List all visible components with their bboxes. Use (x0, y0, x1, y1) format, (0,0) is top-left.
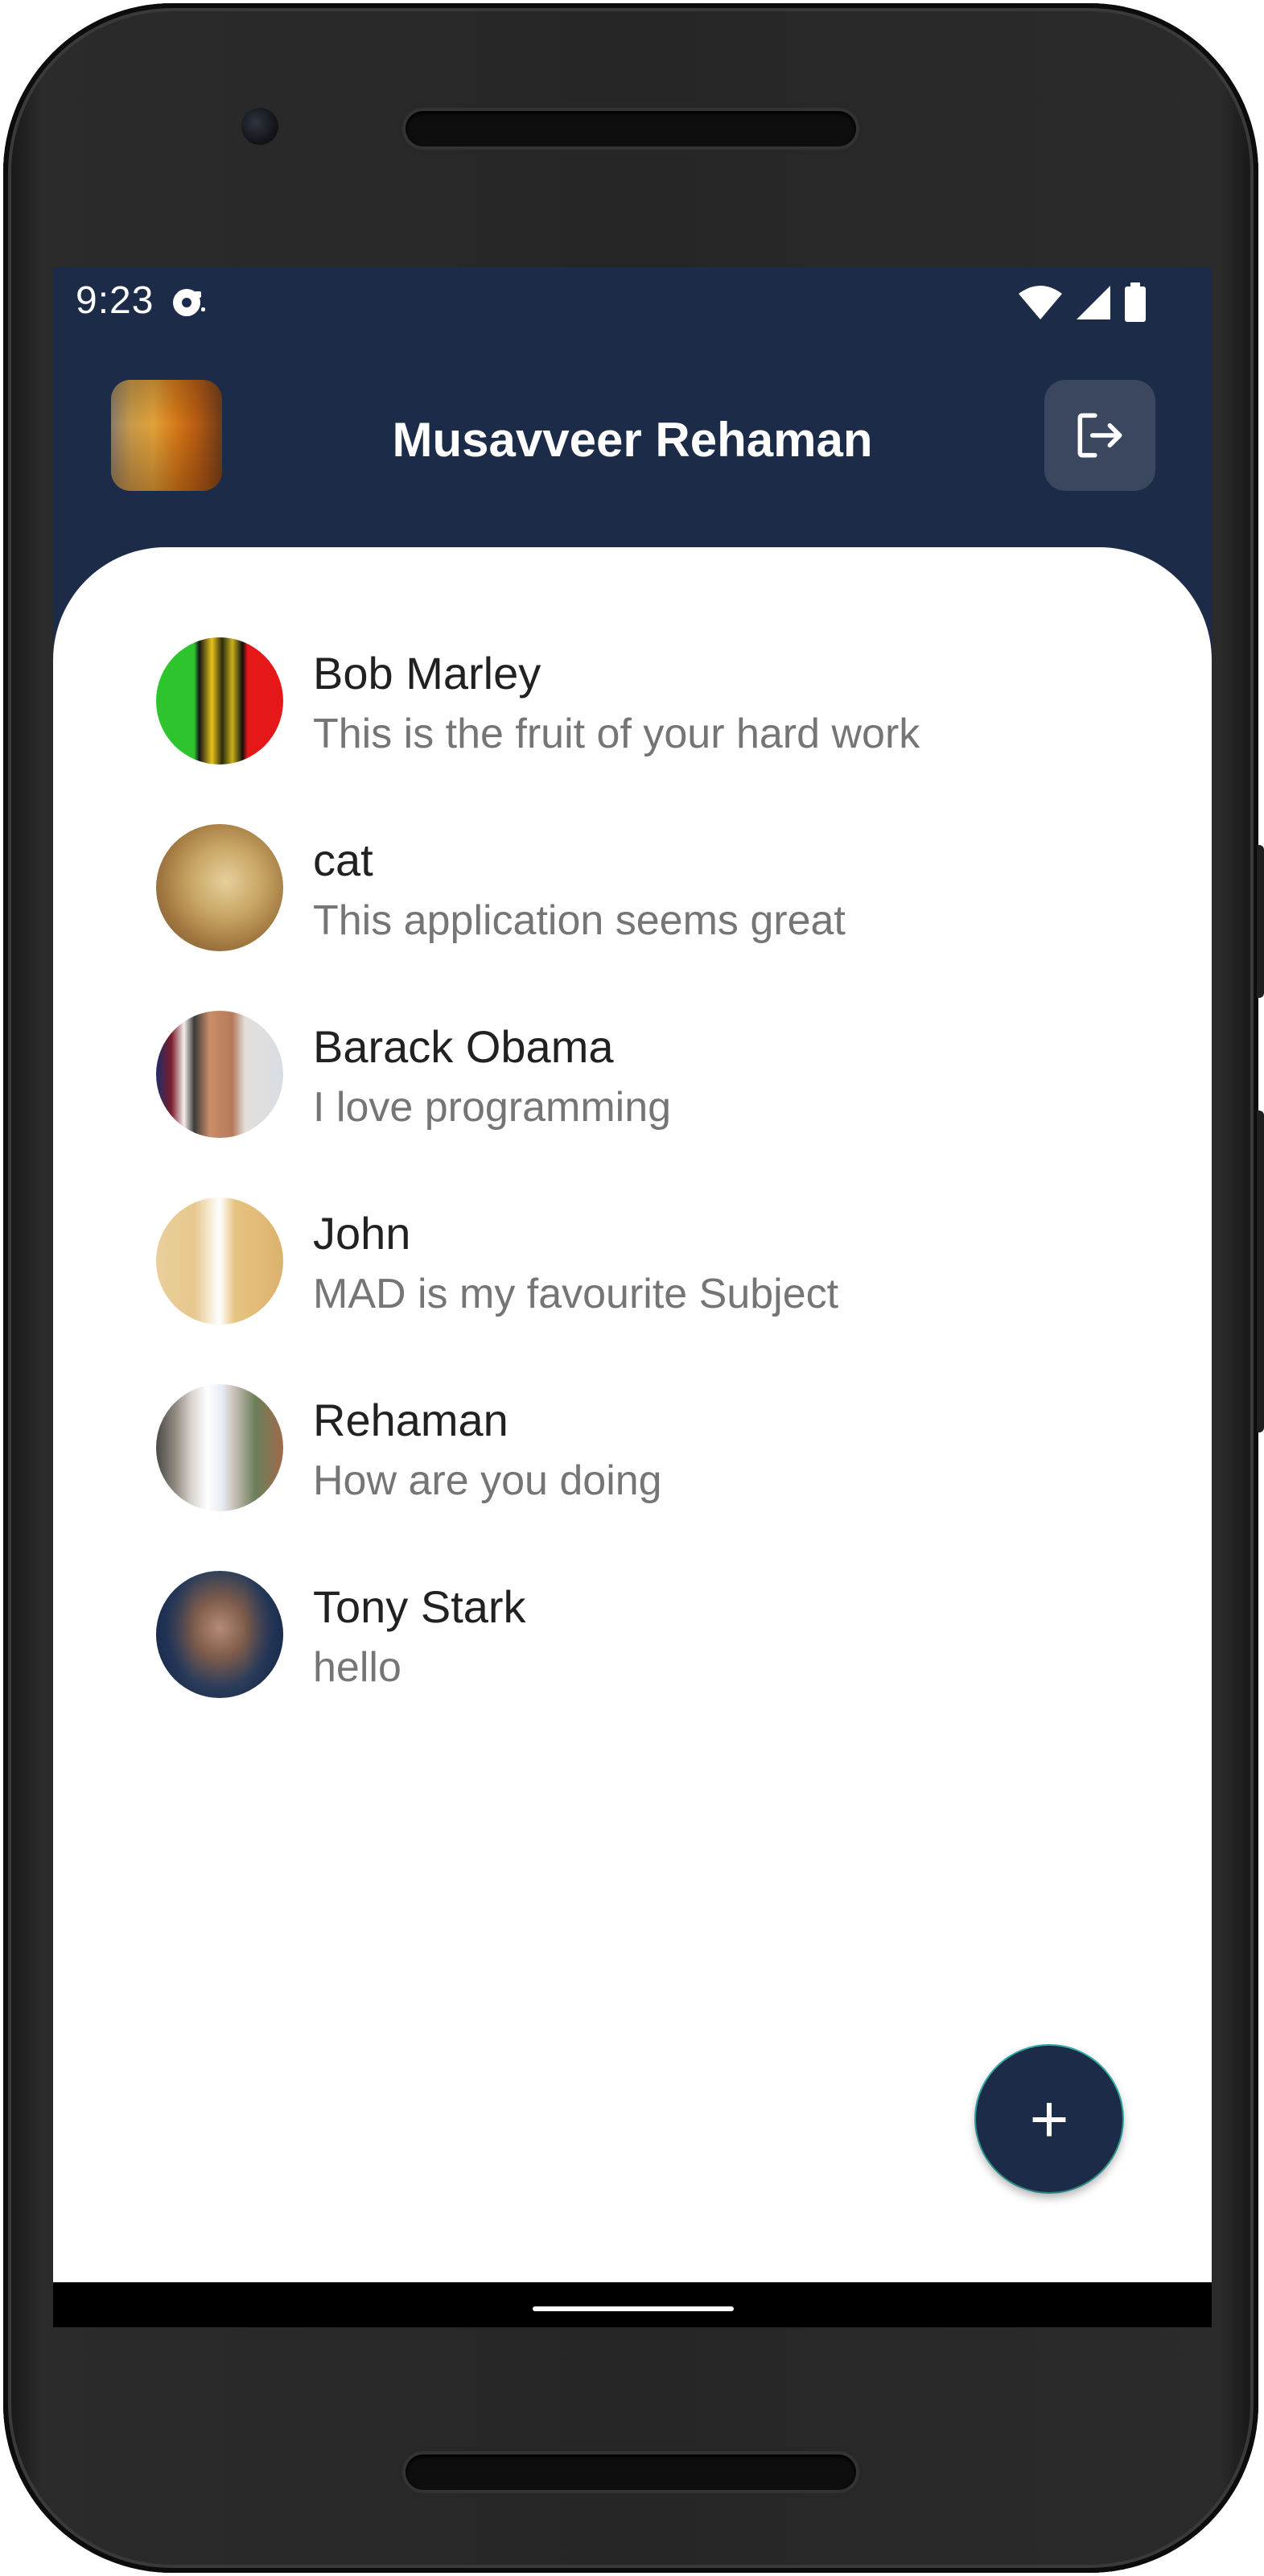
home-gesture-handle[interactable] (533, 2306, 734, 2311)
chat-name: cat (313, 835, 373, 885)
chat-item-cat[interactable]: cat This application seems great (53, 824, 1212, 1011)
phone-device-frame: 9:23 Musavveer Rehaman Bob Marley This i… (3, 3, 1258, 2573)
system-navigation-bar (53, 2282, 1212, 2327)
notification-icon (173, 289, 205, 316)
chat-item-john[interactable]: John MAD is my favourite Subject (53, 1197, 1212, 1384)
power-button (1257, 1111, 1264, 1432)
wifi-icon (1019, 286, 1062, 319)
plus-icon: + (1029, 2081, 1069, 2157)
avatar (156, 1571, 283, 1698)
battery-icon (1125, 282, 1146, 322)
chat-name: Barack Obama (313, 1021, 614, 1072)
chat-name: Rehaman (313, 1395, 508, 1445)
app-header: Musavveer Rehaman (53, 335, 1212, 547)
new-chat-fab-button[interactable]: + (976, 2046, 1122, 2192)
chat-name: John (313, 1208, 411, 1259)
front-camera (241, 108, 278, 145)
avatar (156, 1384, 283, 1511)
page-title: Musavveer Rehaman (392, 413, 873, 467)
app-screen: 9:23 Musavveer Rehaman Bob Marley This i… (53, 267, 1212, 2327)
bottom-speaker (406, 2454, 856, 2490)
chat-name: Bob Marley (313, 648, 541, 699)
avatar (156, 637, 283, 765)
chat-last-message: hello (313, 1644, 401, 1691)
chat-item-tony-stark[interactable]: Tony Stark hello (53, 1571, 1212, 1758)
earpiece-speaker (406, 111, 856, 146)
avatar (156, 824, 283, 951)
chat-last-message: How are you doing (313, 1457, 662, 1504)
avatar (156, 1197, 283, 1325)
status-time: 9:23 (76, 279, 154, 322)
chat-list: Bob Marley This is the fruit of your har… (53, 637, 1212, 1758)
chat-name: Tony Stark (313, 1581, 526, 1632)
logout-icon (1077, 413, 1122, 458)
chat-item-rehaman[interactable]: Rehaman How are you doing (53, 1384, 1212, 1571)
logout-button[interactable] (1044, 380, 1155, 491)
chat-item-barack-obama[interactable]: Barack Obama I love programming (53, 1011, 1212, 1197)
signal-icon (1077, 286, 1110, 319)
chat-last-message: This is the fruit of your hard work (313, 711, 920, 757)
chat-last-message: MAD is my favourite Subject (313, 1271, 839, 1317)
chat-item-bob-marley[interactable]: Bob Marley This is the fruit of your har… (53, 637, 1212, 824)
avatar (156, 1011, 283, 1138)
chat-last-message: I love programming (313, 1084, 672, 1131)
volume-button (1257, 845, 1264, 998)
status-bar: 9:23 (53, 267, 1212, 335)
chat-last-message: This application seems great (313, 897, 846, 944)
